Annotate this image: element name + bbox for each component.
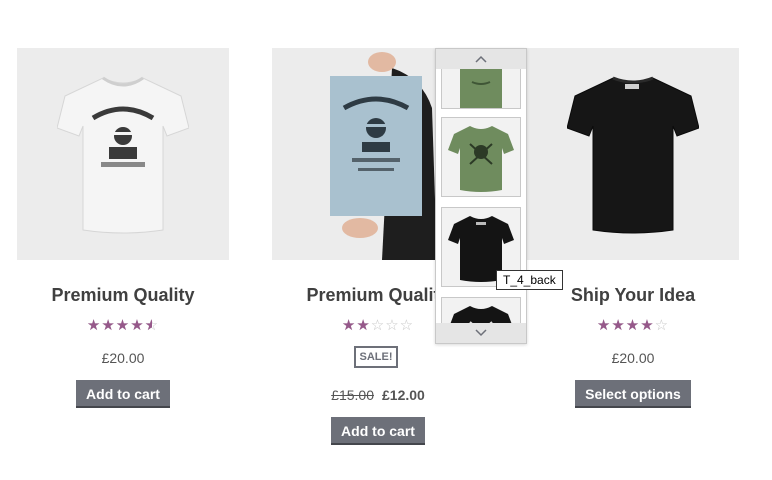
star-fill: ★	[101, 318, 116, 334]
star-icon: ☆★	[130, 317, 145, 334]
black-tshirt-graphic	[567, 76, 699, 234]
black-tshirt-thumbnail	[450, 306, 512, 323]
star-fill: ★	[130, 318, 145, 334]
gallery-thumb-green-skull[interactable]	[441, 117, 521, 197]
product-title[interactable]: Premium Quality	[17, 285, 229, 306]
add-to-cart-button[interactable]: Add to cart	[331, 417, 425, 445]
star-fill: ★	[640, 318, 655, 334]
star-fill: ★	[611, 318, 626, 334]
star-icon: ☆★	[86, 317, 102, 334]
star-icon: ☆	[385, 317, 400, 334]
star-fill: ★	[86, 318, 102, 334]
gallery-thumb-black-skull[interactable]	[441, 297, 521, 323]
chevron-down-icon	[475, 329, 487, 337]
green-tshirt-thumbnail	[448, 126, 514, 192]
chevron-up-icon	[475, 55, 487, 63]
old-price: £15.00	[331, 387, 374, 403]
product-image-black-tshirt[interactable]	[527, 48, 739, 260]
sale-badge: SALE!	[354, 346, 398, 368]
gallery-thumb-green-top[interactable]	[441, 69, 521, 109]
star-fill: ★	[115, 318, 131, 334]
white-tshirt-graphic	[57, 76, 189, 234]
star-icon: ☆	[654, 317, 670, 334]
image-gallery-popup	[435, 48, 527, 344]
star-rating: ☆ ★ ☆ ★ ☆ ★ ☆ ★ ☆	[527, 318, 739, 334]
star-icon: ☆	[399, 317, 415, 334]
green-tshirt-thumbnail	[460, 69, 502, 108]
star-icon: ☆	[370, 317, 386, 334]
star-icon: ☆★	[144, 317, 160, 334]
thumbnail-tooltip: T_4_back	[496, 270, 563, 290]
add-to-cart-button[interactable]: Add to cart	[76, 380, 170, 408]
gallery-down-button[interactable]	[436, 323, 526, 343]
product-price: £20.00	[611, 350, 655, 366]
star-fill: ★	[625, 318, 641, 334]
star-icon: ☆★	[625, 317, 641, 334]
star-fill: ★	[596, 318, 612, 334]
sale-price: £12.00	[382, 387, 425, 403]
star-icon: ☆★	[611, 317, 626, 334]
star-rating: ☆★☆★☆★☆★☆★	[17, 318, 229, 334]
star-fill: ★	[341, 318, 357, 334]
product-price: £20.00	[101, 350, 145, 366]
product-price: £15.00 £12.00	[272, 387, 484, 403]
star-icon: ☆★	[101, 317, 116, 334]
gallery-up-button[interactable]	[436, 49, 526, 69]
star-icon: ☆★	[640, 317, 655, 334]
star-icon: ☆★	[341, 317, 357, 334]
star-fill: ★	[356, 318, 371, 334]
product-image-white-tshirt[interactable]	[17, 48, 229, 260]
star-icon: ☆★	[356, 317, 371, 334]
select-options-button[interactable]: Select options	[575, 380, 691, 408]
star-icon: ☆★	[115, 317, 131, 334]
star-icon: ☆★	[596, 317, 612, 334]
star-fill: ★	[145, 318, 152, 334]
